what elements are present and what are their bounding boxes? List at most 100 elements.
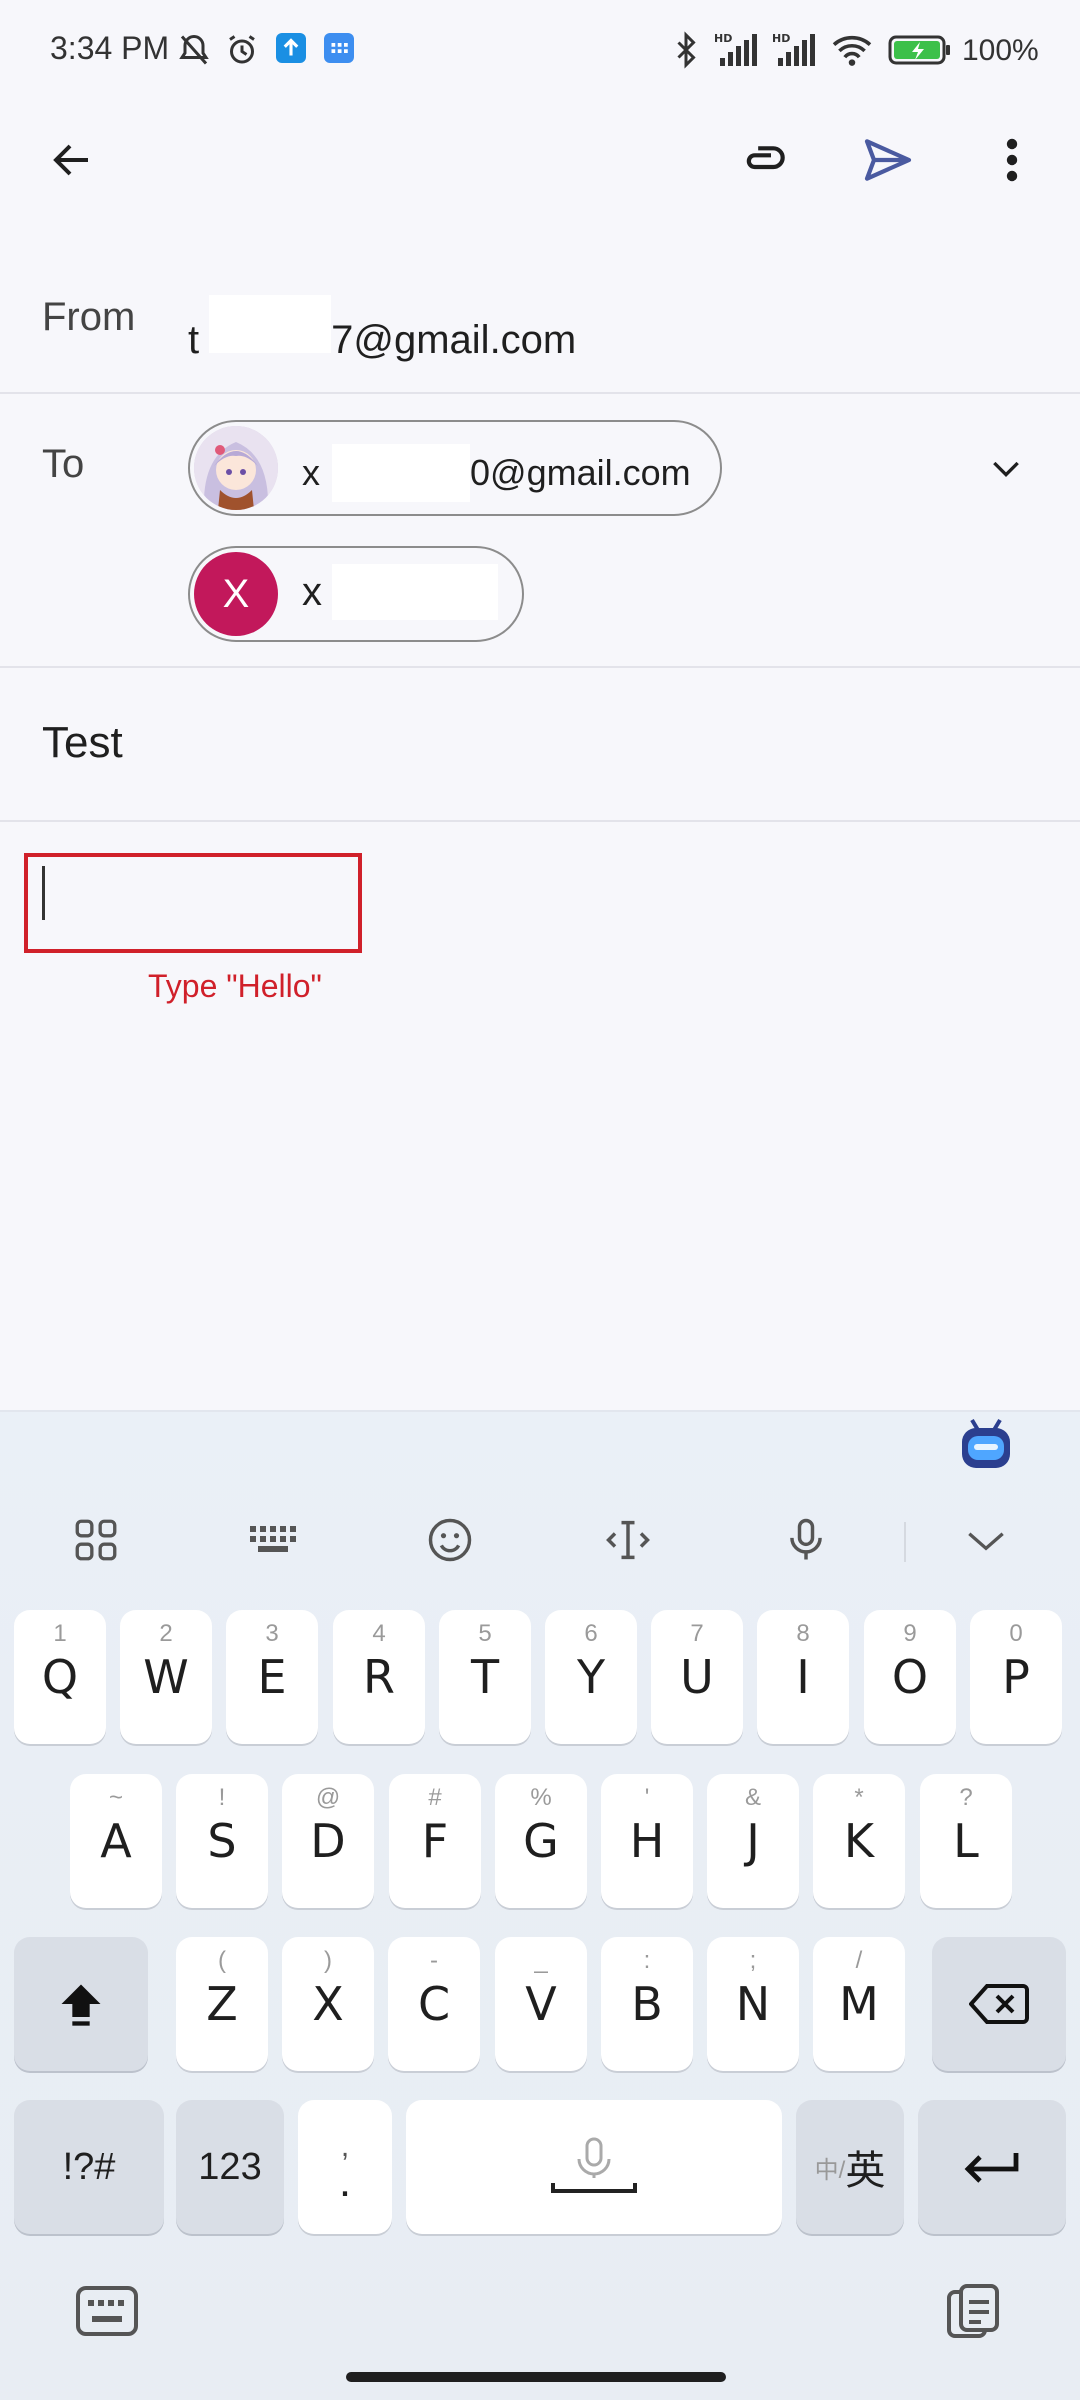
key-secondary-label: ) (324, 1947, 332, 1974)
keyboard-icon (76, 2286, 138, 2336)
key-p[interactable]: 0P (970, 1610, 1062, 1744)
from-label: From (42, 295, 136, 339)
keyboard-layout-button[interactable] (232, 1500, 312, 1580)
symbols-key[interactable]: !?# (14, 2100, 164, 2234)
more-options-button[interactable] (972, 120, 1052, 200)
key-r[interactable]: 4R (333, 1610, 425, 1744)
key-label: E (257, 1650, 287, 1704)
key-n[interactable]: ; N (707, 1937, 799, 2071)
key-secondary-label: / (855, 1947, 863, 1974)
key-m[interactable]: / M (813, 1937, 905, 2071)
cursor-icon (606, 1520, 650, 1560)
emoji-icon (428, 1518, 472, 1562)
key-h[interactable]: ' H (601, 1774, 693, 1908)
enter-key[interactable] (918, 2100, 1066, 2234)
assistant-robot-icon[interactable] (956, 1414, 1016, 1474)
status-time: 3:34 PM (50, 30, 170, 66)
switch-keyboard-button[interactable] (62, 2276, 152, 2346)
punctuation-key[interactable]: , . (298, 2100, 392, 2234)
key-i[interactable]: 8I (757, 1610, 849, 1744)
attach-icon (746, 146, 785, 170)
alarm-icon (224, 32, 260, 68)
key-a[interactable]: ~ A (70, 1774, 162, 1908)
svg-text:HD: HD (714, 32, 732, 45)
chevron-down-icon (993, 461, 1019, 478)
key-label: T (470, 1650, 500, 1704)
key-secondary-label: 3 (265, 1620, 279, 1647)
apps-grid-button[interactable] (56, 1500, 136, 1580)
key-secondary-label: ! (218, 1784, 226, 1811)
key-v[interactable]: _ V (495, 1937, 587, 2071)
collapse-icon (968, 1532, 1004, 1551)
key-w[interactable]: 2W (120, 1610, 212, 1744)
key-x[interactable]: ) X (282, 1937, 374, 2071)
key-secondary-label: 4 (372, 1620, 386, 1647)
symbols-key-label: !?# (62, 2145, 116, 2188)
key-label: F (421, 1814, 449, 1868)
key-e[interactable]: 3E (226, 1610, 318, 1744)
annotation-label: Type "Hello" (148, 968, 322, 1004)
keyboard-layout-icon (250, 1526, 296, 1552)
from-address-prefix: t (188, 318, 200, 362)
app-grid-icon (324, 33, 354, 63)
mic-icon (790, 1518, 822, 1560)
svg-text:HD: HD (772, 32, 790, 45)
redacted-area (209, 295, 332, 353)
key-z[interactable]: (Z (176, 1937, 268, 2071)
key-f[interactable]: # F (389, 1774, 481, 1908)
numbers-key[interactable]: 123 (176, 2100, 284, 2234)
send-icon (864, 139, 912, 181)
key-secondary-label: - (430, 1947, 438, 1974)
avatar: X (194, 552, 278, 636)
back-button[interactable] (36, 120, 108, 200)
key-label: X (312, 1977, 344, 2031)
to-label: To (42, 442, 85, 486)
attach-button[interactable] (724, 120, 804, 200)
collapse-keyboard-button[interactable] (946, 1500, 1026, 1580)
key-secondary-label: 5 (478, 1620, 492, 1647)
key-label: R (363, 1650, 395, 1704)
language-small-label: 中/ (814, 2156, 846, 2184)
back-arrow-icon (53, 144, 88, 176)
emoji-button[interactable] (410, 1500, 490, 1580)
key-c[interactable]: -C (388, 1937, 480, 2071)
expand-recipients-button[interactable] (966, 428, 1046, 508)
key-b[interactable]: :B (601, 1937, 693, 2071)
key-label: G (523, 1814, 559, 1868)
key-t[interactable]: 5T (439, 1610, 531, 1744)
key-j[interactable]: & J (707, 1774, 799, 1908)
key-g[interactable]: % G (495, 1774, 587, 1908)
key-d[interactable]: @ D (282, 1774, 374, 1908)
key-y[interactable]: 6Y (545, 1610, 637, 1744)
send-button[interactable] (848, 120, 928, 200)
enter-icon (964, 2153, 1019, 2183)
backspace-key[interactable] (932, 1937, 1066, 2071)
redacted-area (332, 444, 470, 502)
clipboard-button[interactable] (928, 2272, 1018, 2352)
key-u[interactable]: 7U (651, 1610, 743, 1744)
key-o[interactable]: 9O (864, 1610, 956, 1744)
key-secondary-label: ; (749, 1947, 757, 1974)
from-address[interactable]: t 7@gmail.com (188, 295, 576, 362)
key-s[interactable]: ! S (176, 1774, 268, 1908)
key-row-3: (Z) X - C _ V: B; N / M (0, 1937, 1080, 2071)
redacted-area (332, 564, 498, 620)
subject-field[interactable]: Test (42, 718, 123, 768)
avatar-letter: X (222, 571, 250, 616)
key-k[interactable]: * K (813, 1774, 905, 1908)
recipient-chip[interactable]: X x (188, 546, 524, 642)
space-key[interactable] (406, 2100, 782, 2234)
key-secondary-label: 9 (903, 1620, 917, 1647)
recipient-suffix: 0@gmail.com (470, 452, 691, 493)
battery-percent: 100% (962, 34, 1039, 67)
home-indicator[interactable] (346, 2372, 726, 2382)
language-switch-key[interactable]: 中/ 英 (796, 2100, 904, 2234)
voice-input-button[interactable] (766, 1500, 846, 1580)
key-l[interactable]: ? L (920, 1774, 1012, 1908)
key-label: S (207, 1814, 237, 1868)
cursor-control-button[interactable] (588, 1500, 668, 1580)
key-row-1: 1Q2W3E4R5T6Y7U8I9O0P (0, 1610, 1080, 1744)
key-secondary-label: ? (959, 1784, 973, 1811)
recipient-chip[interactable]: x 0@gmail.com (188, 420, 722, 516)
key-q[interactable]: 1Q (14, 1610, 106, 1744)
